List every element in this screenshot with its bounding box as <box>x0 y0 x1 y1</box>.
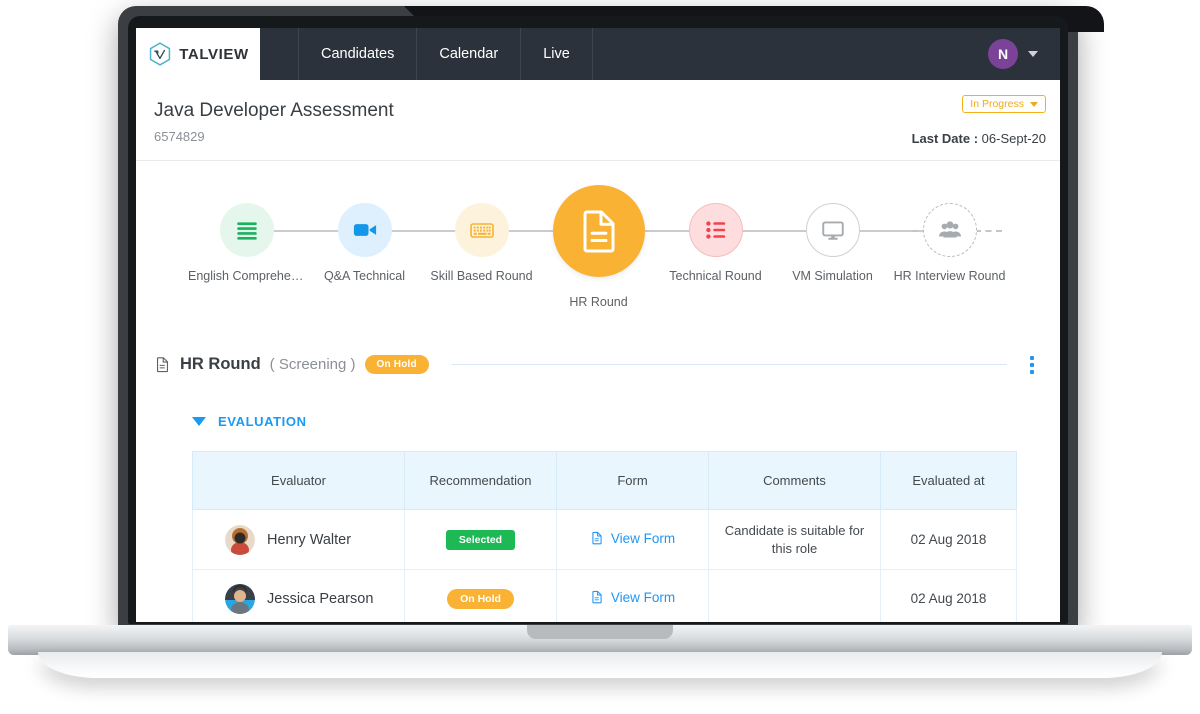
brand-logo-text: TALVIEW <box>179 46 248 63</box>
chevron-down-icon[interactable] <box>1028 51 1038 57</box>
recommendation-badge: On Hold <box>447 589 514 609</box>
step-icon-circle[interactable] <box>455 203 509 257</box>
step-technical-round[interactable]: Technical Round <box>657 189 774 283</box>
status-badge[interactable]: In Progress <box>962 95 1046 113</box>
keyboard-icon <box>468 216 496 244</box>
cell-evaluated-at: 02 Aug 2018 <box>881 510 1017 570</box>
column-recommendation: Recommendation <box>405 452 557 510</box>
assessment-id: 6574829 <box>154 129 1034 144</box>
step-hr-interview-round[interactable]: HR Interview Round <box>891 189 1008 283</box>
document-icon <box>575 207 623 255</box>
status-badge-label: In Progress <box>970 98 1024 110</box>
cell-form: View Form <box>557 510 709 570</box>
talview-hexagon-logo <box>147 41 173 67</box>
cell-evaluated-at: 02 Aug 2018 <box>881 570 1017 622</box>
table-header-row: Evaluator Recommendation Form Comments E… <box>193 452 1017 510</box>
evaluation-section-label: EVALUATION <box>218 414 307 429</box>
view-form-label: View Form <box>611 531 675 546</box>
brand-logo[interactable]: TALVIEW <box>136 28 260 80</box>
monitor-icon <box>820 217 846 243</box>
cell-form: View Form <box>557 570 709 622</box>
step-label: Q&A Technical <box>306 269 423 283</box>
nav-tab-candidates[interactable]: Candidates <box>298 28 417 80</box>
step-skill-based-round[interactable]: Skill Based Round <box>423 189 540 283</box>
evaluation-toggle[interactable]: EVALUATION <box>192 414 1060 429</box>
laptop-base-front <box>38 652 1162 678</box>
step-icon-circle[interactable] <box>806 203 860 257</box>
last-date-label: Last Date : <box>912 131 978 146</box>
page-header: Java Developer Assessment 6574829 In Pro… <box>136 80 1060 161</box>
column-form: Form <box>557 452 709 510</box>
comment-text: Candidate is suitable for this role <box>715 522 874 557</box>
round-status-badge: On Hold <box>365 355 429 374</box>
cell-evaluator: Henry Walter <box>193 510 405 570</box>
evaluator-name: Henry Walter <box>267 532 351 548</box>
user-avatar[interactable]: N <box>988 39 1018 69</box>
round-subtitle: ( Screening ) <box>270 356 356 373</box>
view-form-label: View Form <box>611 590 675 605</box>
triangle-down-icon <box>192 417 206 426</box>
header-right: In Progress Last Date : 06-Sept-20 <box>912 94 1046 146</box>
nav-tabs: Candidates Calendar Live <box>298 28 593 80</box>
assessment-stepper: English Comprehen... Q&A Technical <box>146 189 1050 339</box>
step-label: Skill Based Round <box>423 269 540 283</box>
view-form-link[interactable]: View Form <box>590 530 675 546</box>
kebab-menu-icon[interactable] <box>1030 356 1034 374</box>
step-label: Technical Round <box>657 269 774 283</box>
step-qa-technical[interactable]: Q&A Technical <box>306 189 423 283</box>
step-icon-circle[interactable] <box>220 203 274 257</box>
step-hr-round[interactable]: HR Round <box>540 189 657 309</box>
step-icon-circle[interactable] <box>553 185 645 277</box>
cell-comments: Candidate is suitable for this role <box>709 510 881 570</box>
avatar <box>225 525 255 555</box>
evaluation-table: Evaluator Recommendation Form Comments E… <box>192 451 1017 622</box>
step-icon-circle[interactable] <box>689 203 743 257</box>
step-label: HR Round <box>540 295 657 309</box>
avatar <box>225 584 255 614</box>
video-camera-icon <box>351 216 379 244</box>
nav-tab-calendar[interactable]: Calendar <box>417 28 521 80</box>
column-evaluated-at: Evaluated at <box>881 452 1017 510</box>
cell-evaluator: Jessica Pearson <box>193 570 405 622</box>
column-evaluator: Evaluator <box>193 452 405 510</box>
document-icon <box>590 530 604 546</box>
step-vm-simulation[interactable]: VM Simulation <box>774 189 891 283</box>
chevron-down-icon <box>1030 102 1038 107</box>
cell-recommendation: On Hold <box>405 570 557 622</box>
laptop-base-notch <box>527 625 673 639</box>
cell-comments <box>709 570 881 622</box>
evaluator-name: Jessica Pearson <box>267 591 373 607</box>
account-menu[interactable]: N <box>988 28 1060 80</box>
step-english-comprehension[interactable]: English Comprehen... <box>188 189 306 283</box>
list-lines-icon <box>234 217 260 243</box>
bulleted-list-icon <box>703 217 729 243</box>
document-icon <box>154 355 171 374</box>
step-label: English Comprehen... <box>188 269 306 283</box>
app-navbar: TALVIEW Candidates Calendar Live N <box>136 28 1060 80</box>
table-row: Henry Walter Selected <box>193 510 1017 570</box>
nav-tab-live[interactable]: Live <box>521 28 593 80</box>
page-title: Java Developer Assessment <box>154 100 1034 122</box>
last-date-value: 06-Sept-20 <box>982 131 1046 146</box>
round-header: HR Round ( Screening ) On Hold <box>154 347 1034 374</box>
view-form-link[interactable]: View Form <box>590 589 675 605</box>
column-comments: Comments <box>709 452 881 510</box>
last-date: Last Date : 06-Sept-20 <box>912 131 1046 146</box>
laptop-mockup: TALVIEW Candidates Calendar Live N Java … <box>0 0 1200 714</box>
step-label: VM Simulation <box>774 269 891 283</box>
cell-recommendation: Selected <box>405 510 557 570</box>
document-icon <box>590 589 604 605</box>
step-icon-circle[interactable] <box>923 203 977 257</box>
round-divider <box>452 364 1007 365</box>
group-people-icon <box>936 216 964 244</box>
step-label: HR Interview Round <box>891 269 1008 283</box>
recommendation-badge: Selected <box>446 530 515 550</box>
round-title: HR Round <box>180 355 261 374</box>
step-icon-circle[interactable] <box>338 203 392 257</box>
table-row: Jessica Pearson On Hold <box>193 570 1017 622</box>
app-screen: TALVIEW Candidates Calendar Live N Java … <box>136 28 1060 622</box>
